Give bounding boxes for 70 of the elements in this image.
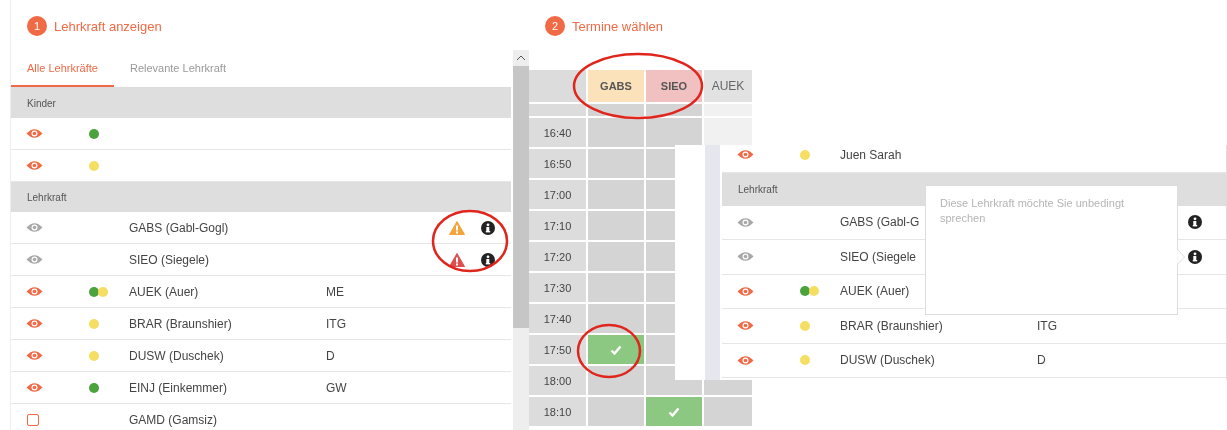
time-cell: 17:50 bbox=[529, 335, 586, 364]
info-icon[interactable] bbox=[1188, 249, 1202, 264]
time-cell: 17:10 bbox=[529, 211, 586, 240]
subject-code: D bbox=[326, 348, 335, 363]
teacher-name: SIEO (Siegele) bbox=[129, 252, 210, 267]
eye-icon[interactable] bbox=[737, 251, 754, 263]
time-slot[interactable] bbox=[588, 304, 644, 333]
step-badge: 2 bbox=[545, 16, 565, 36]
tab[interactable]: Relevante Lehrkraft bbox=[113, 52, 242, 87]
subject-code: ITG bbox=[326, 316, 346, 331]
column-header: GABS bbox=[588, 70, 644, 102]
teacher-name: GABS (Gabl-G bbox=[840, 215, 920, 230]
teacher-name: BRAR (Braunshier) bbox=[129, 316, 232, 331]
group-header: Lehrkraft bbox=[11, 182, 511, 212]
eye-icon[interactable] bbox=[737, 320, 754, 332]
subject-code: ME bbox=[326, 284, 344, 299]
subject-code: D bbox=[1037, 353, 1046, 368]
eye-icon[interactable] bbox=[26, 286, 43, 297]
info-icon[interactable] bbox=[481, 252, 495, 267]
group-header: Kinder bbox=[11, 88, 511, 118]
time-cell bbox=[529, 104, 586, 116]
teacher-name: GABS (Gabl-Gogl) bbox=[129, 220, 229, 235]
subject-code: ITG bbox=[1037, 318, 1057, 333]
eye-icon[interactable] bbox=[26, 254, 43, 265]
eye-icon[interactable] bbox=[737, 354, 754, 366]
time-cell: 16:50 bbox=[529, 149, 586, 178]
time-slot[interactable] bbox=[646, 118, 702, 147]
time-cell: 16:40 bbox=[529, 118, 586, 147]
teacher-name: SIEO (Siegele bbox=[840, 249, 917, 264]
time-slot[interactable] bbox=[588, 366, 644, 395]
eye-icon[interactable] bbox=[26, 222, 43, 233]
teacher-name: BRAR (Braunshier) bbox=[840, 318, 943, 333]
teacher-name: AUEK (Auer) bbox=[840, 284, 910, 299]
eye-icon[interactable] bbox=[737, 216, 754, 228]
check-icon bbox=[668, 406, 680, 417]
eye-icon[interactable] bbox=[737, 285, 754, 297]
eye-icon[interactable] bbox=[26, 160, 43, 171]
teacher-name: DUSW (Duschek) bbox=[840, 353, 935, 368]
teacher-name: GAMD (Gamsiz) bbox=[129, 412, 217, 427]
checkbox[interactable] bbox=[27, 413, 39, 426]
time-slot[interactable] bbox=[646, 397, 702, 426]
eye-icon[interactable] bbox=[26, 350, 43, 361]
column-header: SIEO bbox=[646, 70, 702, 102]
section-title: Lehrkraft anzeigen bbox=[54, 18, 162, 34]
eye-icon[interactable] bbox=[737, 149, 754, 161]
teacher-name: DUSW (Duschek) bbox=[129, 348, 224, 363]
time-cell: 18:10 bbox=[529, 397, 586, 426]
step-badge: 1 bbox=[27, 16, 47, 36]
time-slot[interactable] bbox=[588, 335, 644, 364]
teacher-name: AUEK (Auer) bbox=[129, 284, 199, 299]
time-cell: 18:00 bbox=[529, 366, 586, 395]
column-header: AUEK bbox=[704, 70, 752, 102]
header-cell bbox=[529, 70, 586, 102]
time-slot[interactable] bbox=[588, 104, 644, 116]
time-cell: 17:00 bbox=[529, 180, 586, 209]
eye-icon[interactable] bbox=[26, 128, 43, 139]
scroll-thumb[interactable] bbox=[513, 66, 529, 328]
teacher-name: EINJ (Einkemmer) bbox=[129, 380, 227, 395]
time-cell: 17:30 bbox=[529, 273, 586, 302]
time-cell: 17:40 bbox=[529, 304, 586, 333]
eye-icon[interactable] bbox=[26, 382, 43, 393]
time-cell: 17:20 bbox=[529, 242, 586, 271]
check-icon bbox=[610, 344, 622, 355]
subject-code: GW bbox=[326, 380, 347, 395]
info-icon[interactable] bbox=[1188, 215, 1202, 230]
eye-icon[interactable] bbox=[26, 318, 43, 329]
info-icon[interactable] bbox=[481, 220, 495, 235]
scrollbar[interactable] bbox=[513, 50, 529, 430]
section-title: Termine wählen bbox=[572, 18, 664, 34]
teacher-name: Juen Sarah bbox=[840, 147, 902, 162]
